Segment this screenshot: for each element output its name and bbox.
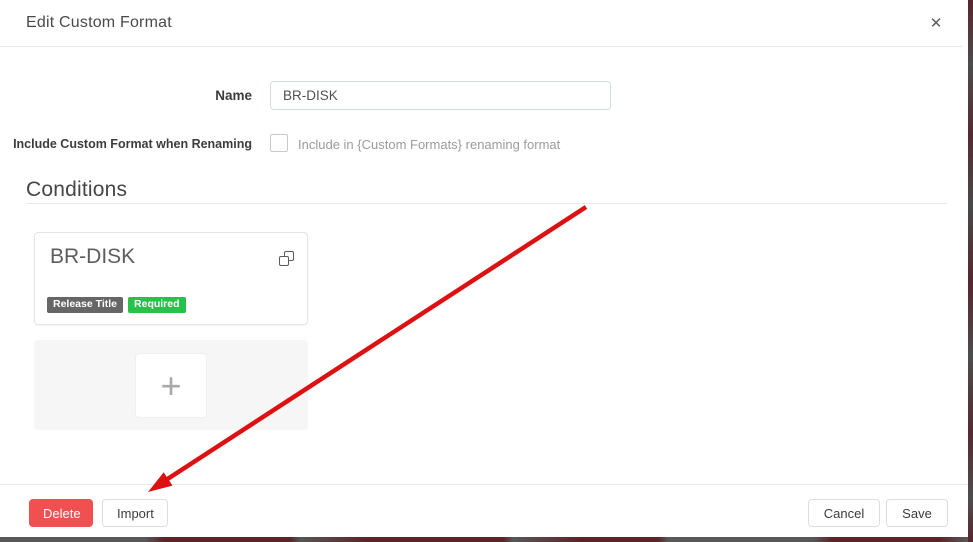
name-input[interactable] [270, 81, 611, 110]
delete-button[interactable]: Delete [29, 499, 93, 527]
page-edge-right [968, 0, 973, 542]
clone-icon[interactable] [279, 251, 294, 266]
cancel-button[interactable]: Cancel [808, 499, 880, 527]
condition-badges: Release Title Required [47, 297, 186, 313]
modal-title: Edit Custom Format [26, 14, 172, 32]
name-label: Name [0, 88, 252, 103]
badge-required: Required [128, 297, 186, 313]
page-edge-bottom [0, 537, 968, 542]
save-button[interactable]: Save [886, 499, 948, 527]
badge-release-title: Release Title [47, 297, 123, 313]
add-condition-button[interactable]: + [135, 353, 207, 418]
include-renaming-label: Include Custom Format when Renaming [0, 137, 252, 151]
conditions-heading: Conditions [26, 178, 127, 202]
footer-divider [0, 484, 968, 485]
import-button[interactable]: Import [102, 499, 168, 527]
include-renaming-help-text: Include in {Custom Formats} renaming for… [298, 137, 560, 152]
add-condition-card: + [34, 340, 308, 430]
condition-card-br-disk[interactable]: BR-DISK Release Title Required [34, 232, 308, 325]
edit-custom-format-modal: Edit Custom Format ✕ Name Include Custom… [0, 0, 973, 542]
close-icon[interactable]: ✕ [925, 13, 947, 35]
modal-header: Edit Custom Format ✕ [0, 0, 963, 47]
include-renaming-checkbox[interactable] [270, 134, 288, 152]
conditions-divider [26, 203, 947, 204]
condition-title: BR-DISK [50, 245, 135, 269]
